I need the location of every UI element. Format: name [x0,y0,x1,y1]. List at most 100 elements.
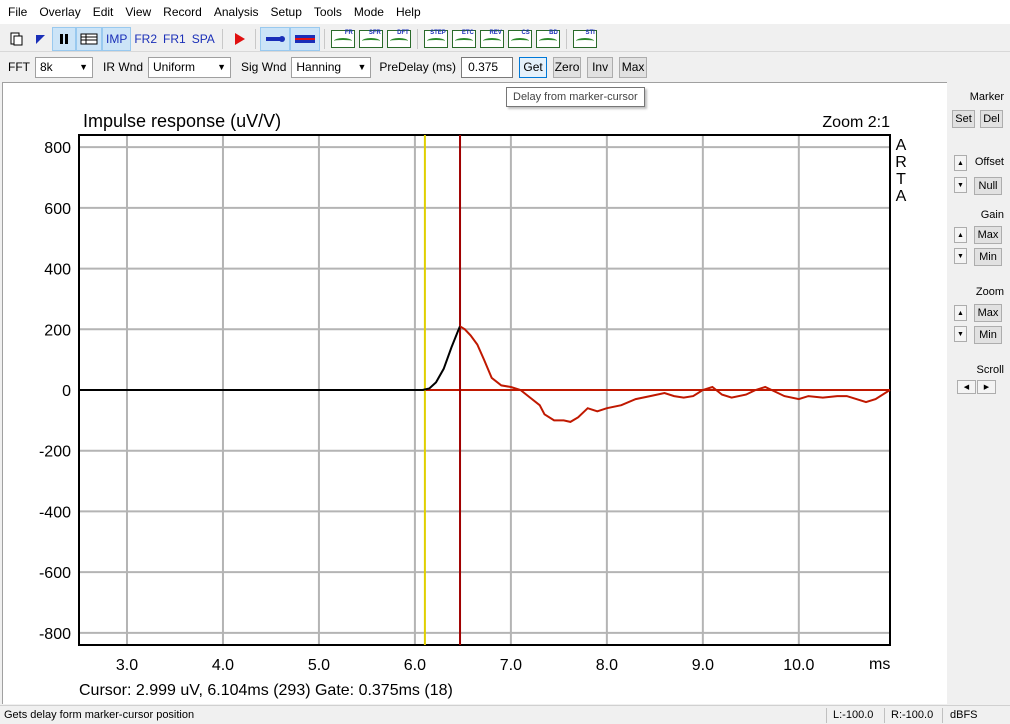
signal-button[interactable] [28,27,52,51]
chevron-down-icon: ▼ [79,62,88,72]
arta-watermark-letter: A [896,188,907,205]
bd-graph-icon[interactable]: BD [535,29,560,48]
y-tick-label: 600 [44,201,71,218]
menu-file[interactable]: File [2,0,33,24]
invert-button[interactable]: Inv [587,56,614,78]
zero-button[interactable]: Zero [553,56,582,78]
pause-button[interactable] [52,26,76,51]
toolbar-separator [323,28,325,49]
fr2-mode-button[interactable]: FR2 [131,27,160,51]
scroll-title: Scroll [976,364,1004,376]
menu-record[interactable]: Record [157,0,208,24]
probe-icon [265,35,285,42]
spa-mode-button[interactable]: SPA [189,27,218,51]
zoom-up-button[interactable]: ▲ [954,305,967,321]
arrow-left-icon: ◀ [963,384,970,391]
fr1-mode-button[interactable]: FR1 [160,27,189,51]
rev-graph-icon[interactable]: REV [479,29,504,48]
toolbar-separator [254,28,256,49]
scroll-left-button[interactable]: ◀ [957,380,976,394]
arrow-up-icon: ▲ [957,231,964,239]
x-tick-label: 10.0 [783,657,814,674]
fft-select-value: 8k [40,60,53,74]
toolbar-separator [416,28,418,49]
table-button[interactable] [76,26,102,51]
y-tick-label: 800 [44,140,71,157]
new-file-button[interactable] [4,27,28,51]
status-bar: Gets delay form marker-cursor position L… [0,705,1010,724]
step-graph-icon[interactable]: STEP [423,29,448,48]
y-tick-label: 400 [44,262,71,279]
menu-setup[interactable]: Setup [265,0,308,24]
marker-del-button[interactable]: Del [980,110,1003,128]
fft-label: FFT [8,60,30,74]
y-tick-label: 0 [62,383,71,400]
menu-view[interactable]: View [119,0,157,24]
gain-down-button[interactable]: ▼ [954,248,967,264]
probe-button[interactable] [259,26,290,51]
arrow-down-icon: ▼ [957,181,964,189]
ir-wnd-select[interactable]: Uniform ▼ [148,56,232,78]
sfr-graph-icon[interactable]: SFR [358,29,383,48]
arrow-up-icon: ▲ [957,159,964,167]
menu-bar: File Overlay Edit View Record Analysis S… [0,0,1010,24]
plot-panel[interactable]: 800 600 400 200 0 -200 -400 -600 -800 3.0 4.0 5.0 6.… [2,82,947,704]
arrow-down-icon: ▼ [957,330,964,338]
gain-max-button[interactable]: Max [974,226,1002,244]
table-icon [80,33,98,44]
y-tick-label: -800 [39,626,71,643]
level-unit: dBFS [950,709,978,721]
offset-up-button[interactable]: ▲ [954,155,967,171]
gain-min-button[interactable]: Min [974,248,1002,266]
x-tick-label: 7.0 [500,657,522,674]
menu-analysis[interactable]: Analysis [208,0,265,24]
zoom-min-button[interactable]: Min [974,326,1002,344]
sig-wnd-label: Sig Wnd [241,60,287,74]
predelay-input[interactable]: 0.375 [461,56,514,78]
zoom-max-button[interactable]: Max [974,304,1002,322]
cursor-readout: Cursor: 2.999 uV, 6.104ms (293) Gate: 0.… [79,682,453,699]
get-button[interactable]: Get [519,56,548,78]
marker-title: Marker [969,91,1004,103]
marker-set-button[interactable]: Set [952,110,975,128]
menu-mode[interactable]: Mode [348,0,390,24]
zoom-title: Zoom [975,286,1004,298]
imp-mode-button[interactable]: IMP [102,26,132,51]
x-tick-label: 6.0 [404,657,426,674]
offset-down-button[interactable]: ▼ [954,177,967,193]
impulse-response-chart[interactable]: 800 600 400 200 0 -200 -400 -600 -800 3.0 4.0 5.0 6.… [3,83,947,704]
arta-watermark-letter: A [896,137,907,154]
ir-wnd-label: IR Wnd [103,60,144,74]
menu-overlay[interactable]: Overlay [33,0,86,24]
scale-icon [294,34,315,43]
sig-wnd-select[interactable]: Hanning ▼ [291,56,372,78]
etc-graph-icon[interactable]: ETC [451,29,476,48]
cs-graph-icon[interactable]: CS [507,29,532,48]
status-message: Gets delay form marker-cursor position [4,709,195,721]
arta-window: File Overlay Edit View Record Analysis S… [0,0,1010,724]
gain-up-button[interactable]: ▲ [954,227,967,243]
x-tick-label: 3.0 [116,657,138,674]
toolbar-separator [565,28,567,49]
record-button[interactable] [227,27,251,51]
ir-wnd-select-value: Uniform [153,60,196,74]
offset-null-button[interactable]: Null [974,177,1002,195]
menu-help[interactable]: Help [390,0,427,24]
triangle-icon [36,34,45,44]
menu-tools[interactable]: Tools [308,0,348,24]
y-tick-label: -600 [39,565,71,582]
zoom-down-button[interactable]: ▼ [954,326,967,342]
menu-edit[interactable]: Edit [87,0,120,24]
y-tick-label: -400 [39,504,71,521]
scroll-right-button[interactable]: ▶ [977,380,996,394]
max-button[interactable]: Max [619,56,648,78]
sti-graph-icon[interactable]: STI [572,29,597,48]
fr-graph-icon[interactable]: FR [330,29,355,48]
fft-select[interactable]: 8k ▼ [35,56,93,78]
chevron-down-icon: ▼ [217,62,227,72]
y-tick-label: -200 [39,444,71,461]
arta-watermark-letter: R [895,154,907,171]
dft-graph-icon[interactable]: DFT [386,29,411,48]
offset-title: Offset [974,156,1004,168]
scale-button[interactable] [289,26,320,51]
